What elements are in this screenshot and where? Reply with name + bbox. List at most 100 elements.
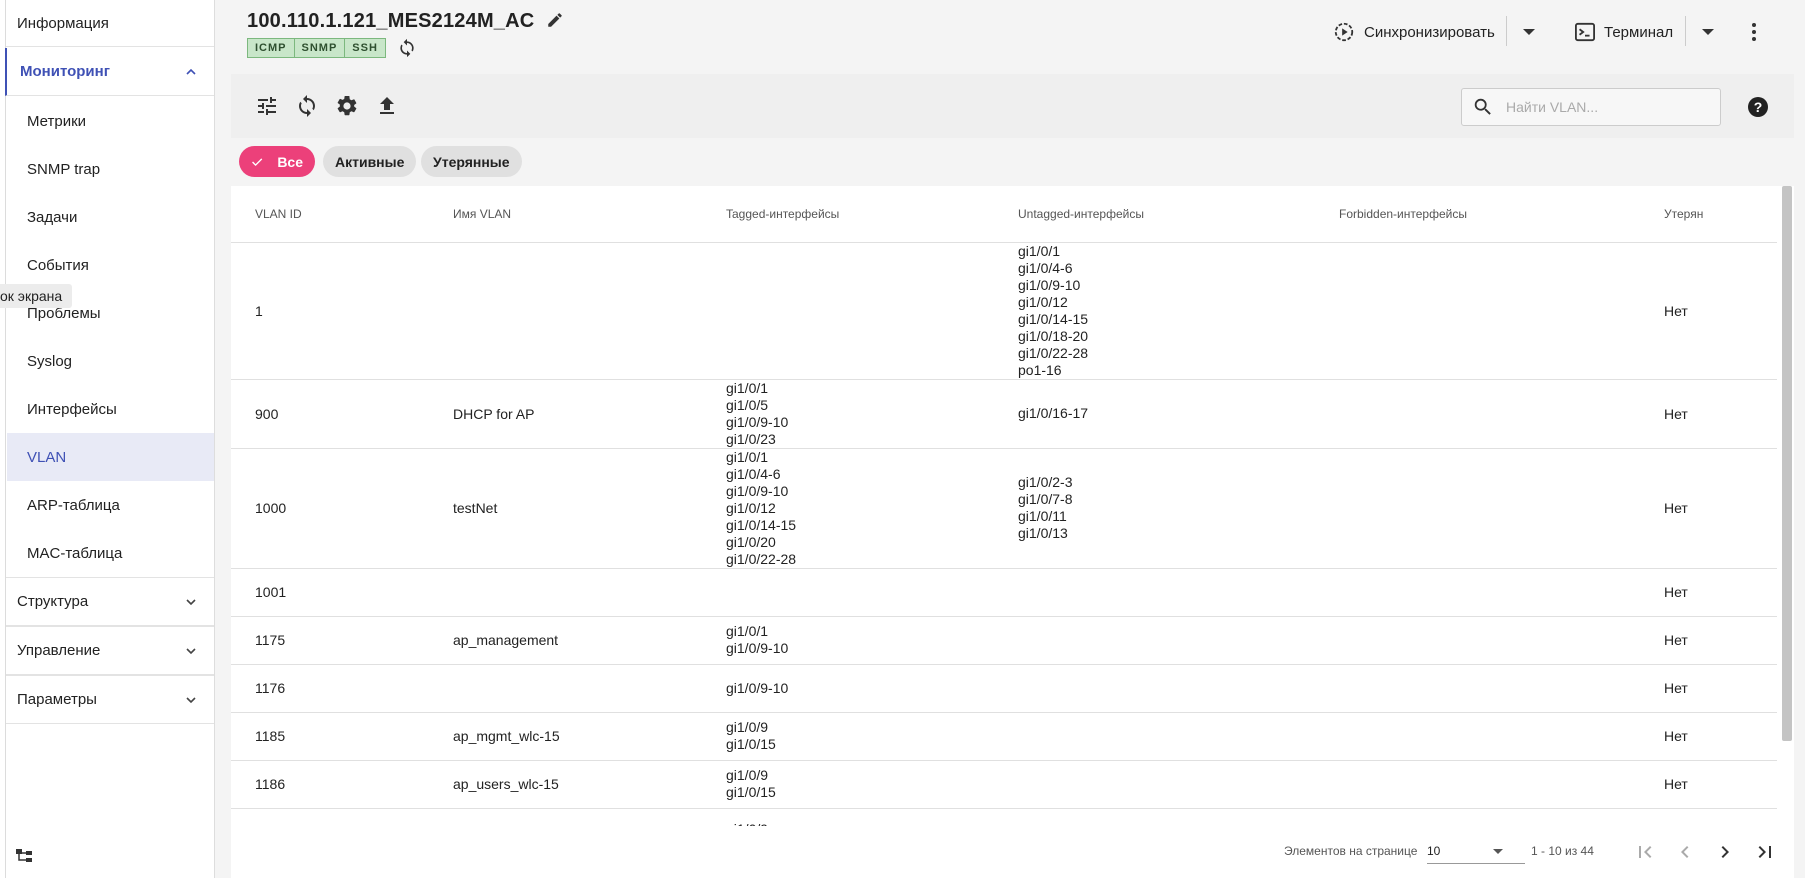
help-icon[interactable]: ? xyxy=(1746,95,1770,119)
per-page-select[interactable]: 10 xyxy=(1427,840,1525,864)
table-row[interactable]: 1000 testNet gi1/0/1 gi1/0/4-6 gi1/0/9-10 gi1… xyxy=(231,448,1777,569)
more-vert-icon[interactable] xyxy=(1745,21,1763,43)
interface-entry: gi1/0/18-20 xyxy=(1018,327,1089,344)
sidebar-section-0[interactable]: Структура xyxy=(6,577,214,626)
cell-untagged xyxy=(994,616,1315,665)
interface-entry: gi1/0/23 xyxy=(726,430,776,447)
sidebar-section-1[interactable]: Управление xyxy=(6,626,214,675)
interface-entry: gi1/0/9 xyxy=(726,767,769,783)
cell-lost: Нет xyxy=(1640,712,1777,761)
sidebar: Информация Мониторинг Метрики SNMP trap За… xyxy=(0,0,215,878)
divider xyxy=(1506,16,1507,46)
refresh-icon[interactable] xyxy=(397,38,417,58)
column-header-lost[interactable]: Утерян xyxy=(1640,186,1777,243)
svg-text:?: ? xyxy=(1754,99,1763,115)
refresh-icon[interactable] xyxy=(295,94,319,118)
caret-down-icon xyxy=(1493,849,1503,854)
cell-untagged: gi1/0/2-3 gi1/0/7-8 gi1/0/11 gi1/0/13 xyxy=(994,448,1315,569)
tree-view-icon[interactable] xyxy=(14,846,34,866)
filter-active-chip[interactable]: Активные xyxy=(323,146,417,177)
sidebar-section-2[interactable]: Параметры xyxy=(6,675,214,724)
divider xyxy=(1685,16,1686,46)
next-page-icon[interactable] xyxy=(1713,840,1737,864)
filter-all-label: Все xyxy=(277,153,303,170)
per-page-value: 10 xyxy=(1427,844,1441,858)
cell-tagged: gi1/0/1 gi1/0/5 gi1/0/9-10 gi1/0/23 xyxy=(702,379,994,449)
column-header-tagged[interactable]: Tagged-интерфейсы xyxy=(702,186,994,243)
sidebar-section-monitoring[interactable]: Мониторинг xyxy=(5,48,214,96)
column-header-vlan-id[interactable]: VLAN ID xyxy=(231,186,429,243)
cell-vlan-name xyxy=(429,664,702,713)
sidebar-item-label: Задачи xyxy=(27,208,78,226)
protocol-badge-snmp: SNMP xyxy=(294,38,346,58)
cell-forbidden xyxy=(1315,760,1640,809)
interface-entry: gi1/0/22-28 xyxy=(1018,344,1089,361)
terminal-button[interactable]: Терминал xyxy=(1574,18,1673,46)
table-row[interactable]: 900 DHCP for AP gi1/0/1 gi1/0/5 gi1/0/9-10 gi… xyxy=(231,379,1777,449)
table-row[interactable]: 1001 Нет xyxy=(231,568,1777,617)
cell-forbidden xyxy=(1315,568,1640,617)
chevron-down-icon xyxy=(186,647,196,654)
paginator: Элементов на странице 10 1 - 10 из 44 xyxy=(231,826,1794,878)
sidebar-item-6[interactable]: Интерфейсы xyxy=(7,385,214,433)
table-row[interactable]: 1185 ap_mgmt_wlc-15 gi1/0/9 gi1/0/15 Нет xyxy=(231,712,1777,761)
chevron-down-icon xyxy=(186,696,196,703)
interface-entry: gi1/0/11 xyxy=(1018,508,1067,524)
cell-lost: Нет xyxy=(1640,760,1777,809)
terminal-dropdown-button[interactable] xyxy=(1699,18,1717,46)
cell-tagged: gi1/0/1 gi1/0/4-6 gi1/0/9-10 gi1/0/12 gi1/0/… xyxy=(702,448,994,569)
table-row[interactable]: 1176 gi1/0/9-10 Нет xyxy=(231,664,1777,713)
column-header-untagged[interactable]: Untagged-интерфейсы xyxy=(994,186,1315,243)
sidebar-item-label: MAC-таблица xyxy=(27,544,123,562)
sidebar-item-2[interactable]: Задачи xyxy=(7,193,214,241)
vlan-table: VLAN ID Имя VLAN Tagged-интерфейсы Untag… xyxy=(231,186,1777,838)
cell-vlan-name: DHCP for AP xyxy=(429,379,702,449)
filter-all-chip[interactable]: Все xyxy=(239,146,315,177)
table-row[interactable]: 1186 ap_users_wlc-15 gi1/0/9 gi1/0/15 Нет xyxy=(231,760,1777,809)
filter-lost-chip[interactable]: Утерянные xyxy=(421,146,522,177)
sync-button[interactable]: Синхронизировать xyxy=(1333,18,1495,46)
table-row[interactable]: 1175 ap_management gi1/0/1 gi1/0/9-10 Нет xyxy=(231,616,1777,665)
gear-icon[interactable] xyxy=(335,94,359,118)
interface-entry: gi1/0/9-10 xyxy=(726,413,789,430)
cell-vlan-id: 900 xyxy=(231,379,429,449)
cell-vlan-id: 1 xyxy=(231,242,429,380)
sidebar-item-1[interactable]: SNMP trap xyxy=(7,145,214,193)
sidebar-section-label: Структура xyxy=(17,593,89,610)
column-header-vlan-name[interactable]: Имя VLAN xyxy=(429,186,702,243)
sidebar-item-label: SNMP trap xyxy=(27,160,101,178)
sidebar-item-8[interactable]: ARP-таблица xyxy=(7,481,214,529)
search-input[interactable] xyxy=(1506,99,1706,115)
cell-vlan-name: ap_mgmt_wlc-15 xyxy=(429,712,702,761)
column-header-forbidden[interactable]: Forbidden-интерфейсы xyxy=(1315,186,1640,243)
sync-dropdown-button[interactable] xyxy=(1520,18,1538,46)
interface-entry: gi1/0/9-10 xyxy=(726,482,789,499)
table-scrollbar[interactable] xyxy=(1782,186,1792,741)
table-row[interactable]: 1 gi1/0/1 gi1/0/4-6 gi1/0/9-10 gi1/0/12 gi1/0… xyxy=(231,242,1777,380)
toolbar: ? xyxy=(231,74,1794,138)
interface-entry: gi1/0/7-8 xyxy=(1018,491,1073,507)
protocol-badge-ssh: SSH xyxy=(345,38,386,58)
device-header: 100.110.1.121_MES2124M_AC ICMP SNMP SSH … xyxy=(216,0,1805,65)
last-page-icon[interactable] xyxy=(1753,840,1777,864)
table-header-row: VLAN ID Имя VLAN Tagged-интерфейсы Untag… xyxy=(231,186,1777,243)
cell-untagged xyxy=(994,664,1315,713)
cell-tagged xyxy=(702,242,994,380)
interface-entry: gi1/0/14-15 xyxy=(726,516,797,533)
sidebar-section-label: Параметры xyxy=(17,691,97,708)
page-range: 1 - 10 из 44 xyxy=(1531,844,1594,858)
sidebar-item-0[interactable]: Метрики xyxy=(7,97,214,145)
interface-entry: gi1/0/1 xyxy=(726,448,769,465)
sidebar-item-info[interactable]: Информация xyxy=(6,0,214,47)
sidebar-item-7[interactable]: VLAN xyxy=(7,433,214,481)
interface-entry: gi1/0/5 xyxy=(726,396,769,413)
upload-icon[interactable] xyxy=(375,94,399,118)
first-page-icon[interactable] xyxy=(1633,840,1657,864)
cell-lost: Нет xyxy=(1640,568,1777,617)
sidebar-item-9[interactable]: MAC-таблица xyxy=(7,529,214,577)
previous-page-icon[interactable] xyxy=(1673,840,1697,864)
sidebar-item-3[interactable]: События xyxy=(7,241,214,289)
pencil-icon[interactable] xyxy=(546,11,564,29)
sidebar-item-5[interactable]: Syslog xyxy=(7,337,214,385)
tune-icon[interactable] xyxy=(255,94,279,118)
